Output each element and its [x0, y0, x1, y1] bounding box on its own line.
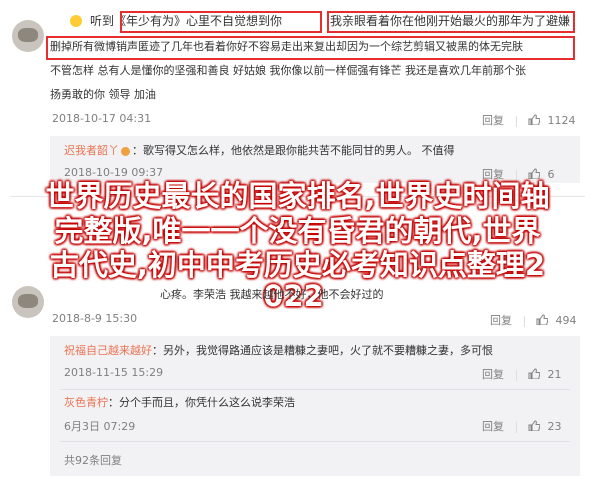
comment-text-line-5: 扬勇敢的你 领导 加油	[50, 88, 156, 101]
reply-username[interactable]: 祝福自己越来越好	[64, 344, 152, 357]
like-count: 23	[547, 420, 562, 433]
comment-actions: 回复 494	[490, 312, 577, 328]
reply-username[interactable]: 灰色青柠	[64, 396, 108, 409]
highlight-box-top-left	[120, 11, 322, 33]
reply-text: 迟我者韶丫 ：歌写得又怎么样，他依然是跟你能共苦不能同甘的男人。 不值得	[64, 144, 455, 157]
reply-timestamp: 2018-11-15 15:29	[64, 366, 164, 379]
like-icon[interactable]	[536, 314, 548, 325]
reply-timestamp: 2018-10-19 09:37	[64, 166, 164, 179]
like-count: 1124	[547, 114, 576, 127]
like-icon[interactable]	[528, 368, 540, 379]
overlay-title-line-1: 世界历史最长的国家排名,世界史时间轴	[45, 179, 550, 213]
comment-timestamp: 2018-10-17 04:31	[52, 112, 152, 125]
reply-link[interactable]: 回复	[490, 314, 512, 327]
overlay-title-line-3: 古代史,初中中考历史必考知识点整理2	[49, 248, 546, 282]
divider	[60, 441, 570, 442]
reply-actions: 回复 21	[482, 366, 562, 382]
avatar[interactable]	[12, 286, 44, 318]
reply-text: 灰色青柠：分个手而且，你凭什么这么说李荣浩	[64, 396, 295, 409]
avatar[interactable]	[12, 20, 44, 52]
like-count: 494	[555, 314, 577, 327]
emoji-icon	[70, 15, 82, 27]
like-icon[interactable]	[528, 168, 540, 179]
more-replies-link[interactable]: 共92条回复	[64, 452, 122, 468]
comment-timestamp: 2018-8-9 15:30	[52, 312, 138, 325]
badge-icon	[121, 147, 130, 156]
reply-actions: 回复 23	[482, 418, 562, 434]
reply-timestamp: 6月3日 07:29	[64, 420, 136, 433]
like-icon[interactable]	[528, 114, 540, 125]
reply-text: 祝福自己越来越好：另外，我觉得路通应该是糟糠之妻吧，火了就不要糟糠之妻，多可恨	[64, 344, 493, 357]
comment-text: 心疼。李荣浩 我越来越他不好，他不会好过的	[160, 288, 384, 301]
reply-link[interactable]: 回复	[482, 368, 504, 381]
reply-username[interactable]: 迟我者韶丫	[64, 144, 119, 157]
overlay-title-line-2: 完整版,唯一一个没有昏君的朝代,世界	[54, 214, 541, 248]
reply-link[interactable]: 回复	[482, 420, 504, 433]
comment-text-line-4: 不管怎样 总有人是懂你的坚强和善良 好姑娘 我你像以前一样倔强有锋芒 我还是喜欢…	[50, 64, 526, 77]
divider	[515, 115, 517, 127]
like-count: 21	[547, 368, 562, 381]
reply-link[interactable]: 回复	[482, 114, 504, 127]
comment-actions: 回复 1124	[482, 112, 576, 128]
divider	[60, 389, 570, 390]
highlight-box-top-right	[327, 11, 575, 33]
highlight-box-middle	[46, 36, 575, 60]
like-icon[interactable]	[528, 420, 540, 431]
divider	[523, 315, 525, 327]
divider	[515, 421, 517, 433]
divider	[515, 369, 517, 381]
